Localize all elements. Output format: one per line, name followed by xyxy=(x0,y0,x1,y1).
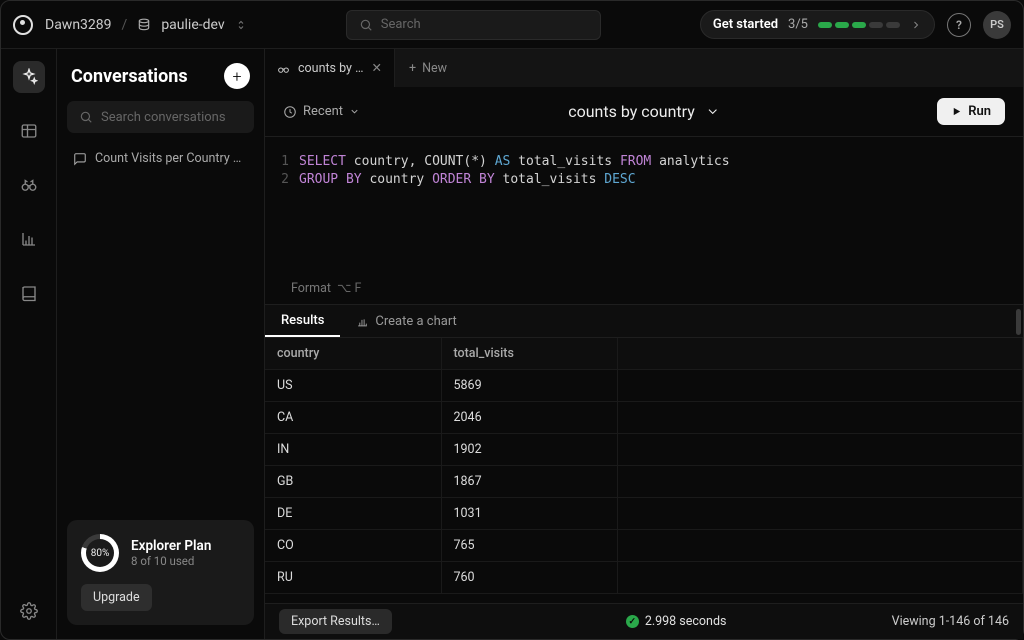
plan-name: Explorer Plan xyxy=(131,538,211,554)
viewing-count: Viewing 1-146 of 146 xyxy=(892,614,1009,629)
workspace-name[interactable]: Dawn3289 xyxy=(45,17,112,33)
new-tab-label: New xyxy=(422,61,447,76)
conversation-item[interactable]: Count Visits per Country … xyxy=(67,147,254,170)
table-row[interactable]: US5869 xyxy=(265,370,1023,402)
success-icon: ✓ xyxy=(626,615,639,628)
tabrow: counts by count ✕ + New xyxy=(265,49,1023,87)
editor-tab[interactable]: counts by count ✕ xyxy=(265,49,395,87)
nav-chart-icon[interactable] xyxy=(13,223,45,255)
query-title[interactable]: counts by country xyxy=(568,102,720,121)
project-name[interactable]: paulie-dev xyxy=(161,17,224,33)
recent-label: Recent xyxy=(303,104,343,119)
nav-table-icon[interactable] xyxy=(13,115,45,147)
sql-editor[interactable]: 1SELECT country, COUNT(*) AS total_visit… xyxy=(265,137,1023,188)
conv-search-placeholder: Search conversations xyxy=(101,110,226,125)
clock-icon xyxy=(283,105,297,119)
search-icon xyxy=(359,18,373,32)
column-header[interactable]: total_visits xyxy=(441,338,617,370)
recent-button[interactable]: Recent xyxy=(283,104,360,119)
chat-icon xyxy=(73,152,87,166)
help-button[interactable]: ? xyxy=(947,13,971,37)
results-table: countrytotal_visits US5869CA2046IN1902GB… xyxy=(265,338,1023,603)
plan-usage: 8 of 10 used xyxy=(131,554,211,568)
switcher-icon[interactable] xyxy=(235,18,247,32)
logo-icon[interactable] xyxy=(13,15,33,35)
sidebar: Conversations + Search conversations Cou… xyxy=(57,49,265,639)
table-row[interactable]: CO765 xyxy=(265,530,1023,562)
tab-create-chart[interactable]: Create a chart xyxy=(340,305,472,337)
breadcrumb-sep: / xyxy=(122,17,128,33)
avatar[interactable]: PS xyxy=(983,11,1011,39)
new-conversation-button[interactable]: + xyxy=(224,63,250,89)
search-placeholder: Search xyxy=(381,17,421,32)
table-row[interactable]: CA2046 xyxy=(265,402,1023,434)
upgrade-button[interactable]: Upgrade xyxy=(81,584,152,611)
get-started-label: Get started xyxy=(713,17,778,32)
chart-icon xyxy=(356,315,369,328)
nav-book-icon[interactable] xyxy=(13,277,45,309)
nav-sparkles-icon[interactable] xyxy=(13,61,45,93)
get-started-count: 3/5 xyxy=(788,17,808,32)
chevron-right-icon xyxy=(910,19,922,31)
run-button[interactable]: Run xyxy=(937,98,1005,125)
main: counts by count ✕ + New Recent counts by… xyxy=(265,49,1023,639)
get-started-pill[interactable]: Get started 3/5 xyxy=(700,10,935,39)
tab-results[interactable]: Results xyxy=(265,305,340,337)
run-label: Run xyxy=(968,104,991,119)
query-time: ✓ 2.998 seconds xyxy=(626,614,727,629)
chevron-down-icon xyxy=(349,106,360,117)
statusbar: Export Results… ✓ 2.998 seconds Viewing … xyxy=(265,603,1023,639)
table-row[interactable]: GB1867 xyxy=(265,466,1023,498)
table-row[interactable]: DE1031 xyxy=(265,498,1023,530)
sidebar-title: Conversations xyxy=(71,66,188,87)
iconbar xyxy=(1,49,57,639)
play-icon xyxy=(951,106,962,117)
search-icon xyxy=(79,110,93,124)
global-search[interactable]: Search xyxy=(346,10,601,40)
conversation-search[interactable]: Search conversations xyxy=(67,101,254,133)
chevron-down-icon xyxy=(705,104,720,119)
plus-icon: + xyxy=(409,61,416,76)
table-row[interactable]: RU760 xyxy=(265,562,1023,594)
editor-toolbar: Recent counts by country Run xyxy=(265,87,1023,137)
plan-card: 80% Explorer Plan 8 of 10 used Upgrade xyxy=(67,520,254,625)
scrollbar[interactable] xyxy=(1016,309,1021,335)
export-button[interactable]: Export Results… xyxy=(279,609,392,634)
topbar: Dawn3289 / paulie-dev Search Get started… xyxy=(1,1,1023,49)
nav-settings-icon[interactable] xyxy=(13,595,45,627)
usage-ring: 80% xyxy=(81,534,119,572)
close-icon[interactable]: ✕ xyxy=(372,60,382,76)
binoculars-icon xyxy=(277,62,290,75)
column-header[interactable]: country xyxy=(265,338,441,370)
new-tab-button[interactable]: + New xyxy=(395,49,461,87)
nav-binoculars-icon[interactable] xyxy=(13,169,45,201)
breadcrumb: Dawn3289 / paulie-dev xyxy=(45,17,247,33)
conversation-label: Count Visits per Country … xyxy=(95,151,241,166)
database-icon xyxy=(137,18,151,32)
results-tabs: Results Create a chart xyxy=(265,304,1023,338)
format-hint[interactable]: Format ⌥ F xyxy=(265,270,1023,304)
tab-label: counts by count xyxy=(298,61,364,76)
table-row[interactable]: IN1902 xyxy=(265,434,1023,466)
progress-pills xyxy=(818,22,900,28)
